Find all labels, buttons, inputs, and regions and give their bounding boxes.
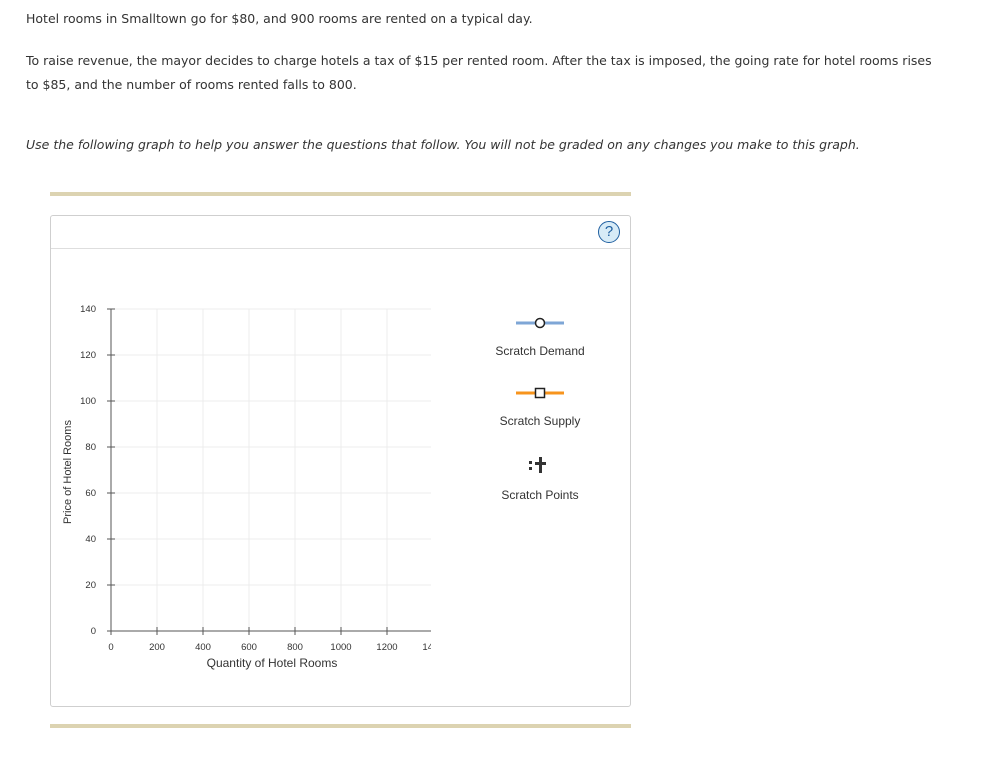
y-tick-label: 80 bbox=[85, 442, 96, 453]
x-tick-label: 1200 bbox=[376, 642, 397, 653]
tax-paragraph: To raise revenue, the mayor decides to c… bbox=[26, 53, 932, 92]
graph-top-divider bbox=[50, 192, 631, 196]
scratch-points-label: Scratch Points bbox=[501, 488, 579, 502]
help-icon[interactable]: ? bbox=[598, 221, 620, 243]
y-tick-label: 40 bbox=[85, 534, 96, 545]
scratch-supply-label: Scratch Supply bbox=[499, 414, 581, 428]
y-tick-label: 60 bbox=[85, 488, 96, 499]
chart-area[interactable]: 0 200 400 600 800 1000 1200 1400 0 20 40 60 80 100 120… bbox=[51, 216, 431, 696]
x-axis-label: Quantity of Hotel Rooms bbox=[207, 656, 338, 670]
scratch-demand-tool[interactable]: Scratch Demand bbox=[480, 316, 600, 358]
x-tick-label: 800 bbox=[287, 642, 303, 653]
y-tick-label: 120 bbox=[80, 350, 96, 361]
x-tick-label: 0 bbox=[108, 642, 113, 653]
y-tick-label: 140 bbox=[80, 304, 96, 315]
y-axis-label: Price of Hotel Rooms bbox=[62, 420, 74, 524]
y-tick-label: 0 bbox=[91, 626, 96, 637]
graph-panel: ? 0 200 400 600 800 1000 1200 1400 0 20 40 60 80 100 1… bbox=[50, 215, 631, 707]
y-tick-label: 100 bbox=[80, 396, 96, 407]
instructions-text: Use the following graph to help you answ… bbox=[26, 137, 860, 152]
scratch-points-tool[interactable]: Scratch Points bbox=[480, 456, 600, 502]
scratch-supply-icon bbox=[516, 387, 564, 399]
x-tick-label: 600 bbox=[241, 642, 257, 653]
x-tick-label: 400 bbox=[195, 642, 211, 653]
y-tick-label: 20 bbox=[85, 580, 96, 591]
scratch-demand-label: Scratch Demand bbox=[495, 344, 585, 358]
graph-bottom-divider bbox=[50, 724, 631, 728]
scratch-demand-icon bbox=[516, 317, 564, 329]
scratch-supply-tool[interactable]: Scratch Supply bbox=[480, 386, 600, 428]
x-tick-label: 1000 bbox=[330, 642, 351, 653]
intro-text: Hotel rooms in Smalltown go for $80, and… bbox=[26, 11, 533, 26]
x-tick-label: 200 bbox=[149, 642, 165, 653]
x-tick-label: 1400 bbox=[422, 642, 431, 653]
scratch-points-icon bbox=[529, 457, 546, 473]
